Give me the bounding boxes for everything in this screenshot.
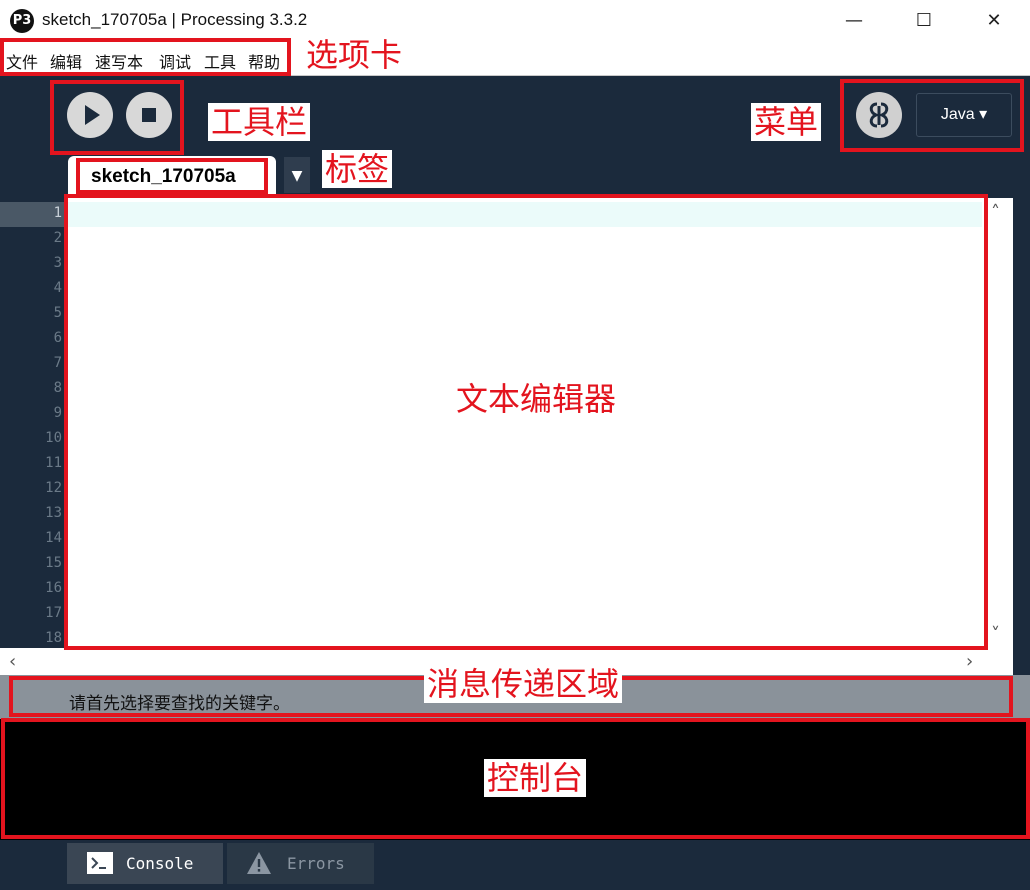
line-number: 6 bbox=[53, 330, 62, 346]
line-number: 13 bbox=[45, 505, 62, 521]
maximize-button[interactable]: ☐ bbox=[902, 6, 946, 36]
scroll-down-arrow-icon[interactable]: ˅ bbox=[991, 624, 1000, 645]
scroll-right-arrow-icon[interactable]: › bbox=[966, 651, 973, 672]
annotation-tab-label: 标签 bbox=[322, 150, 393, 188]
processing-logo-icon: P3 bbox=[10, 9, 34, 33]
warning-icon bbox=[247, 852, 271, 874]
annotation-modes-label: 菜单 bbox=[751, 103, 822, 141]
line-number: 17 bbox=[45, 605, 62, 621]
window-title: sketch_170705a | Processing 3.3.2 bbox=[42, 10, 308, 29]
console-tab-label: Console bbox=[126, 854, 194, 873]
line-number: 15 bbox=[45, 555, 62, 571]
editor-highlight-box bbox=[64, 194, 988, 650]
line-number: 12 bbox=[45, 480, 62, 496]
annotation-toolbar-label: 工具栏 bbox=[208, 103, 311, 141]
line-number: 11 bbox=[45, 455, 62, 471]
menu-highlight-box bbox=[0, 38, 291, 76]
tab-highlight-box bbox=[76, 158, 268, 194]
line-number: 1 bbox=[53, 205, 62, 221]
annotation-message-label: 消息传递区域 bbox=[424, 665, 623, 703]
line-number: 10 bbox=[45, 430, 62, 446]
terminal-icon bbox=[87, 852, 113, 874]
right-edge bbox=[1013, 198, 1030, 718]
vertical-scrollbar[interactable] bbox=[985, 198, 1013, 648]
close-button[interactable]: ✕ bbox=[972, 6, 1016, 36]
errors-tab-label: Errors bbox=[287, 854, 345, 873]
line-number: 4 bbox=[53, 280, 62, 296]
line-number: 2 bbox=[53, 230, 62, 246]
annotation-console-label: 控制台 bbox=[484, 759, 587, 797]
tab-menu-button[interactable]: ▼ bbox=[284, 157, 310, 193]
annotation-menu-label: 选项卡 bbox=[303, 36, 406, 74]
modes-highlight-box bbox=[840, 79, 1024, 152]
annotation-editor-label: 文本编辑器 bbox=[456, 380, 617, 418]
minimize-button[interactable]: — bbox=[832, 6, 876, 36]
line-number: 7 bbox=[53, 355, 62, 371]
line-number: 18 bbox=[45, 630, 62, 646]
toolbar-highlight-box bbox=[50, 80, 184, 155]
line-number: 16 bbox=[45, 580, 62, 596]
line-number: 5 bbox=[53, 305, 62, 321]
scroll-left-arrow-icon[interactable]: ‹ bbox=[9, 651, 16, 672]
line-number: 14 bbox=[45, 530, 62, 546]
line-number: 9 bbox=[53, 405, 62, 421]
line-number: 8 bbox=[53, 380, 62, 396]
line-number: 3 bbox=[53, 255, 62, 271]
scroll-up-arrow-icon[interactable]: ˄ bbox=[991, 202, 1000, 223]
